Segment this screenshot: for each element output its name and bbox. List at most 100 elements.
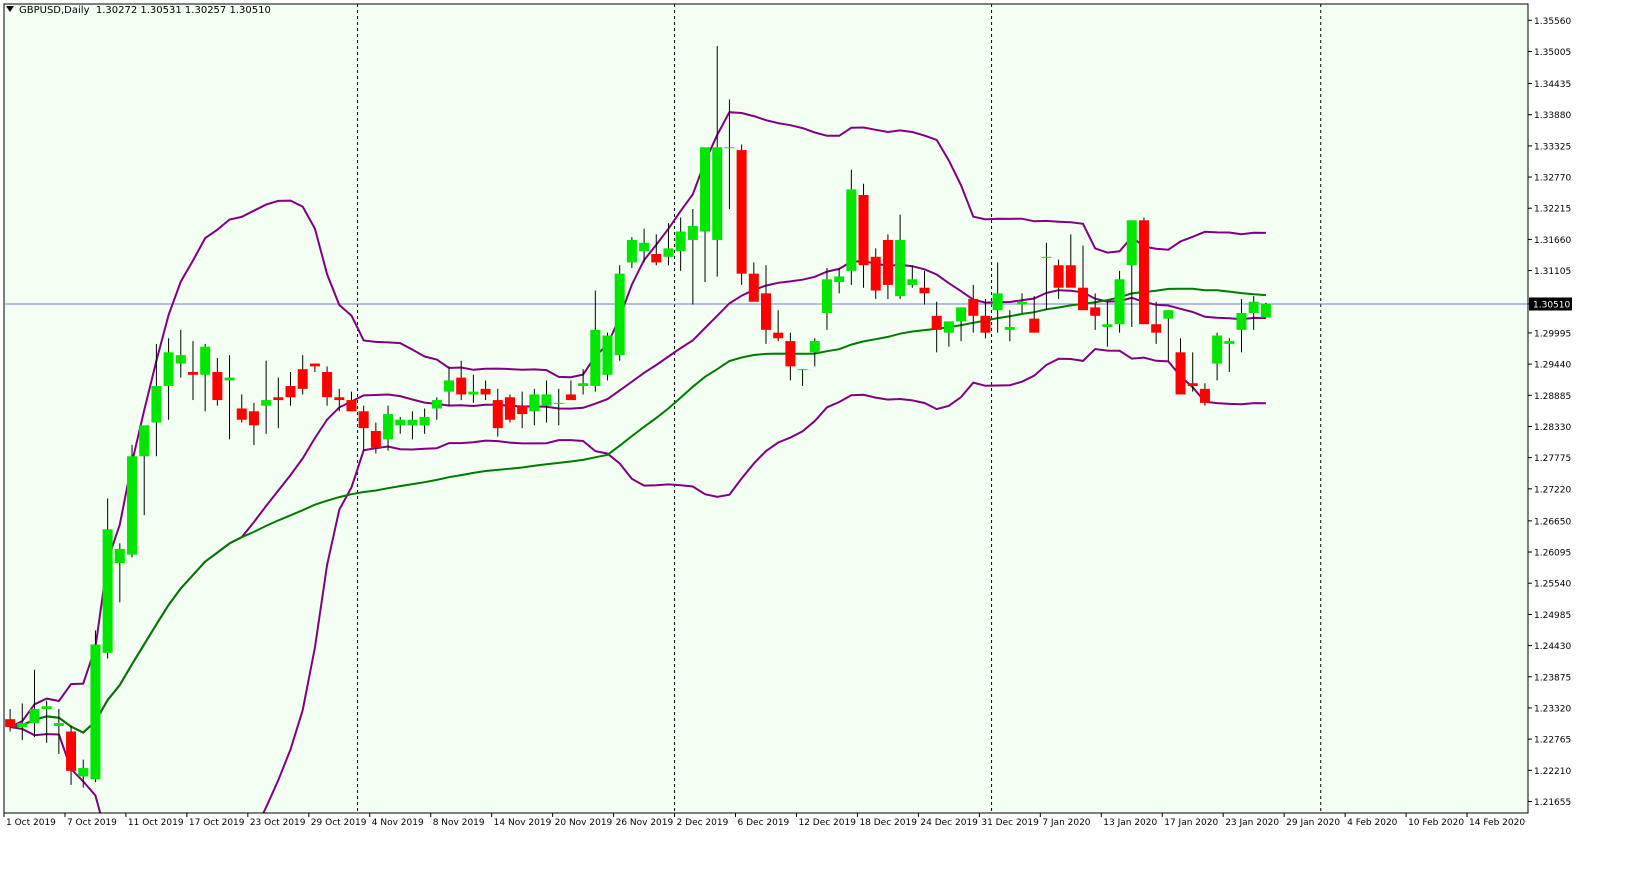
- candle-body[interactable]: [346, 400, 357, 412]
- candle-body[interactable]: [700, 147, 711, 232]
- candle-body[interactable]: [297, 369, 308, 389]
- candle-body[interactable]: [821, 279, 832, 313]
- candle-body[interactable]: [114, 548, 125, 563]
- candle-body[interactable]: [1114, 279, 1125, 325]
- candle-body[interactable]: [1199, 388, 1210, 403]
- candle-body[interactable]: [419, 416, 430, 426]
- candle-body[interactable]: [224, 377, 235, 381]
- candle-body[interactable]: [943, 321, 954, 333]
- candle-body[interactable]: [663, 248, 674, 257]
- candle-body[interactable]: [748, 273, 759, 302]
- price-chart[interactable]: 1.35560 1.35005 1.34435 1.33880 1.33325 1.327…: [0, 0, 1643, 871]
- candle-body[interactable]: [1224, 341, 1235, 344]
- candle-body[interactable]: [919, 287, 930, 294]
- candle-body[interactable]: [1004, 327, 1015, 330]
- chart-window[interactable]: 1.35560 1.35005 1.34435 1.33880 1.33325 1.327…: [0, 0, 1643, 871]
- candle-body[interactable]: [529, 394, 540, 412]
- candle-body[interactable]: [1138, 220, 1149, 325]
- candle-body[interactable]: [578, 383, 589, 387]
- candle-body[interactable]: [1029, 318, 1040, 333]
- candle-body[interactable]: [712, 147, 723, 240]
- candle-body[interactable]: [968, 298, 979, 316]
- candle-body[interactable]: [383, 414, 394, 440]
- candle-body[interactable]: [1017, 301, 1028, 305]
- candle-body[interactable]: [456, 377, 467, 395]
- candle-body[interactable]: [773, 332, 784, 339]
- candle-body[interactable]: [285, 386, 296, 398]
- candle-body[interactable]: [1090, 307, 1101, 316]
- candle-body[interactable]: [66, 731, 77, 771]
- candle-body[interactable]: [151, 386, 162, 423]
- candle-body[interactable]: [41, 706, 52, 710]
- candle-body[interactable]: [17, 723, 28, 728]
- candle-body[interactable]: [480, 388, 491, 395]
- candle-body[interactable]: [614, 273, 625, 356]
- candle-body[interactable]: [980, 315, 991, 333]
- candle-body[interactable]: [163, 352, 174, 387]
- candle-body[interactable]: [358, 411, 369, 429]
- candle-body[interactable]: [90, 644, 101, 780]
- candle-body[interactable]: [236, 408, 247, 420]
- candle-body[interactable]: [858, 195, 869, 266]
- candle-body[interactable]: [992, 293, 1003, 311]
- candle-body[interactable]: [834, 276, 845, 283]
- candle-body[interactable]: [492, 400, 503, 429]
- candle-body[interactable]: [1126, 220, 1137, 266]
- candle-body[interactable]: [1187, 383, 1198, 387]
- candle-body[interactable]: [846, 189, 857, 271]
- candle-body[interactable]: [895, 239, 906, 297]
- candle-body[interactable]: [687, 225, 698, 240]
- candle-body[interactable]: [651, 254, 662, 263]
- candle-body[interactable]: [1260, 304, 1271, 318]
- candle-body[interactable]: [761, 293, 771, 330]
- candle-body[interactable]: [1077, 287, 1088, 311]
- candle-body[interactable]: [200, 346, 211, 375]
- candle-body[interactable]: [1041, 256, 1052, 258]
- candle-body[interactable]: [504, 397, 515, 420]
- candle-body[interactable]: [1065, 265, 1076, 288]
- candle-body[interactable]: [797, 369, 808, 371]
- candle-body[interactable]: [1248, 301, 1259, 313]
- candle-body[interactable]: [1236, 312, 1247, 330]
- candle-body[interactable]: [212, 371, 223, 401]
- candle-body[interactable]: [809, 341, 820, 353]
- candle-body[interactable]: [1053, 265, 1064, 288]
- candle-body[interactable]: [248, 411, 259, 426]
- candle-body[interactable]: [907, 279, 918, 285]
- candle-body[interactable]: [29, 709, 40, 724]
- candle-body[interactable]: [736, 150, 747, 274]
- candle-body[interactable]: [175, 355, 186, 364]
- candle-body[interactable]: [273, 397, 284, 401]
- candle-body[interactable]: [334, 397, 345, 401]
- candle-body[interactable]: [370, 430, 381, 448]
- candle-body[interactable]: [675, 231, 686, 252]
- candle-body[interactable]: [102, 529, 113, 653]
- candle-body[interactable]: [127, 456, 138, 555]
- candle-body[interactable]: [1175, 352, 1186, 395]
- candle-body[interactable]: [590, 329, 601, 387]
- candle-body[interactable]: [1212, 335, 1223, 364]
- candle-body[interactable]: [53, 723, 64, 726]
- candle-body[interactable]: [870, 256, 881, 291]
- candle-body[interactable]: [541, 394, 552, 406]
- candle-body[interactable]: [1163, 310, 1174, 319]
- candle-body[interactable]: [78, 768, 89, 777]
- candle-body[interactable]: [517, 405, 528, 415]
- candle-body[interactable]: [444, 380, 455, 392]
- candle-body[interactable]: [431, 400, 442, 409]
- candle-body[interactable]: [553, 402, 564, 404]
- candle-body[interactable]: [261, 400, 272, 406]
- dropdown-triangle-icon[interactable]: [6, 6, 14, 12]
- candle-body[interactable]: [395, 419, 406, 426]
- candle-body[interactable]: [468, 391, 479, 395]
- candle-body[interactable]: [1151, 324, 1162, 333]
- candle-body[interactable]: [931, 315, 942, 330]
- plot-area[interactable]: [3, 3, 1529, 814]
- candle-body[interactable]: [602, 335, 613, 375]
- candle-body[interactable]: [626, 239, 637, 263]
- candle-body[interactable]: [882, 239, 893, 285]
- candle-body[interactable]: [785, 341, 796, 367]
- candle-body[interactable]: [407, 419, 418, 426]
- candle-body[interactable]: [139, 425, 150, 457]
- candle-body[interactable]: [565, 394, 576, 401]
